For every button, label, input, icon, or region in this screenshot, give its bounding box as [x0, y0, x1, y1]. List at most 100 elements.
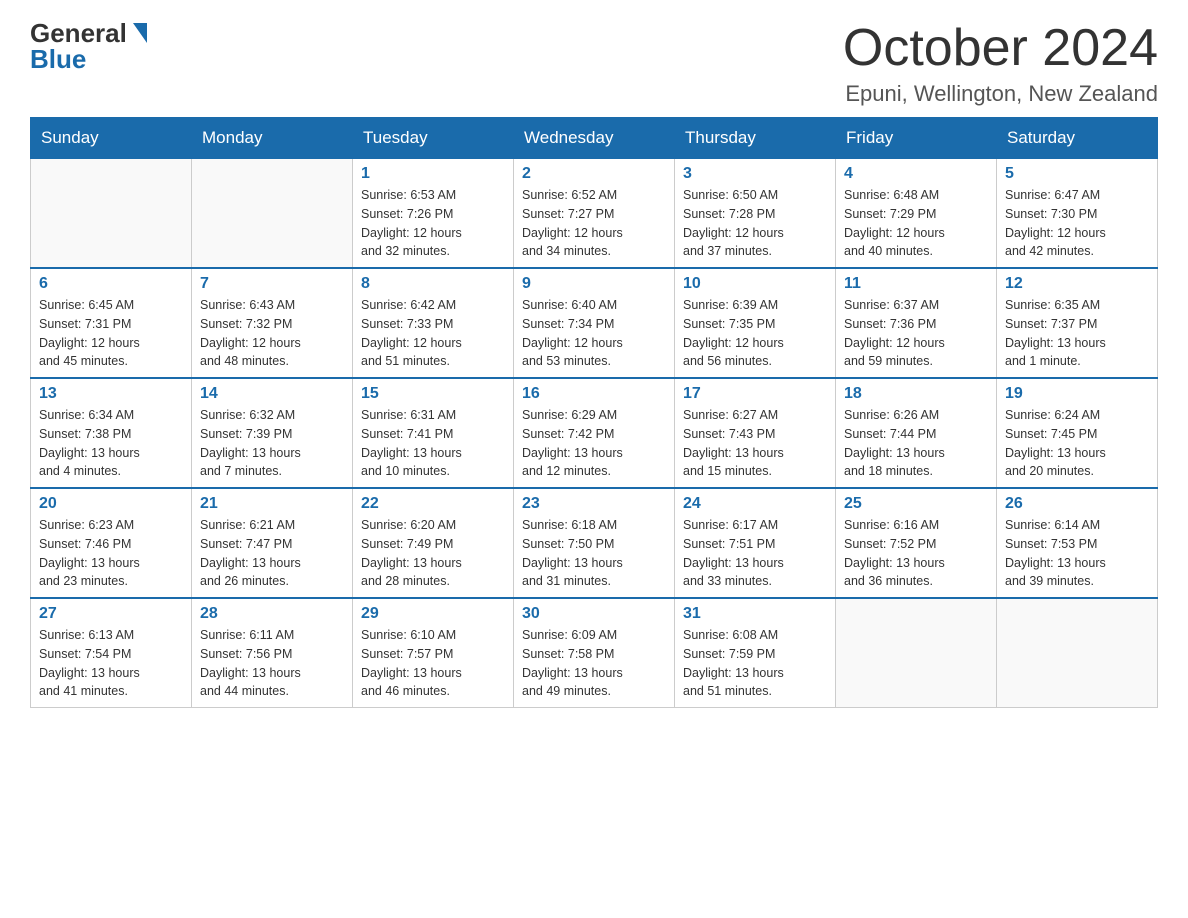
calendar-cell: 25Sunrise: 6:16 AM Sunset: 7:52 PM Dayli…: [836, 488, 997, 598]
day-info: Sunrise: 6:53 AM Sunset: 7:26 PM Dayligh…: [361, 186, 505, 261]
week-row-2: 6Sunrise: 6:45 AM Sunset: 7:31 PM Daylig…: [31, 268, 1158, 378]
calendar-cell: 16 Sunrise: 6:29 AM Sunset: 7:42 PM Dayli…: [514, 378, 675, 488]
weekday-header-thursday: Thursday: [675, 118, 836, 159]
weekday-header-monday: Monday: [192, 118, 353, 159]
logo-general-text: General: [30, 20, 127, 46]
day-info: Sunrise: 6:16 AM Sunset: 7:52 PM Dayligh…: [844, 516, 988, 591]
calendar-cell: 14 Sunrise: 6:32 AM Sunset: 7:39 PM Dayli…: [192, 378, 353, 488]
day-info: Sunrise: 6:09 AM Sunset: 7:58 PM Dayligh…: [522, 626, 666, 701]
day-number: 10: [683, 275, 827, 293]
title-section: October 2024 Epuni, Wellington, New Zeal…: [843, 20, 1158, 107]
location-text: Epuni, Wellington, New Zealand: [843, 81, 1158, 107]
day-number: 17: [683, 385, 827, 403]
day-info: Sunrise: 6:26 AM Sunset: 7:44 PM Dayligh…: [844, 406, 988, 481]
day-number: 28: [200, 605, 344, 623]
day-number: 27: [39, 605, 183, 623]
day-info: Sunrise: 6:48 AM Sunset: 7:29 PM Dayligh…: [844, 186, 988, 261]
day-info: Sunrise: 6:21 AM Sunset: 7:47 PM Dayligh…: [200, 516, 344, 591]
day-number: 7: [200, 275, 344, 293]
weekday-header-friday: Friday: [836, 118, 997, 159]
day-info: Sunrise: 6:35 AM Sunset: 7:37 PM Dayligh…: [1005, 296, 1149, 371]
day-number: 6: [39, 275, 183, 293]
day-info: Sunrise: 6:08 AM Sunset: 7:59 PM Dayligh…: [683, 626, 827, 701]
calendar-cell: 3 Sunrise: 6:50 AM Sunset: 7:28 PM Daylig…: [675, 159, 836, 269]
day-number: 26: [1005, 495, 1149, 513]
day-info: Sunrise: 6:23 AM Sunset: 7:46 PM Dayligh…: [39, 516, 183, 591]
day-number: 15: [361, 385, 505, 403]
day-info: Sunrise: 6:27 AM Sunset: 7:43 PM Dayligh…: [683, 406, 827, 481]
calendar-cell: [836, 598, 997, 708]
calendar-cell: 27Sunrise: 6:13 AM Sunset: 7:54 PM Dayli…: [31, 598, 192, 708]
day-number: 12: [1005, 275, 1149, 293]
day-info: Sunrise: 6:24 AM Sunset: 7:45 PM Dayligh…: [1005, 406, 1149, 481]
calendar-cell: 19 Sunrise: 6:24 AM Sunset: 7:45 PM Dayli…: [997, 378, 1158, 488]
day-info: Sunrise: 6:37 AM Sunset: 7:36 PM Dayligh…: [844, 296, 988, 371]
day-number: 19: [1005, 385, 1149, 403]
day-number: 1: [361, 165, 505, 183]
day-info: Sunrise: 6:50 AM Sunset: 7:28 PM Dayligh…: [683, 186, 827, 261]
calendar-header-row: SundayMondayTuesdayWednesdayThursdayFrid…: [31, 118, 1158, 159]
calendar-cell: 15Sunrise: 6:31 AM Sunset: 7:41 PM Dayli…: [353, 378, 514, 488]
day-number: 4: [844, 165, 988, 183]
calendar-table: SundayMondayTuesdayWednesdayThursdayFrid…: [30, 117, 1158, 708]
calendar-cell: 24Sunrise: 6:17 AM Sunset: 7:51 PM Dayli…: [675, 488, 836, 598]
day-info: Sunrise: 6:40 AM Sunset: 7:34 PM Dayligh…: [522, 296, 666, 371]
day-number: 11: [844, 275, 988, 293]
day-number: 30: [522, 605, 666, 623]
calendar-cell: 8 Sunrise: 6:42 AM Sunset: 7:33 PM Daylig…: [353, 268, 514, 378]
calendar-cell: 1 Sunrise: 6:53 AM Sunset: 7:26 PM Daylig…: [353, 159, 514, 269]
calendar-cell: [997, 598, 1158, 708]
calendar-cell: 4 Sunrise: 6:48 AM Sunset: 7:29 PM Daylig…: [836, 159, 997, 269]
calendar-cell: 30 Sunrise: 6:09 AM Sunset: 7:58 PM Dayli…: [514, 598, 675, 708]
day-number: 14: [200, 385, 344, 403]
day-info: Sunrise: 6:11 AM Sunset: 7:56 PM Dayligh…: [200, 626, 344, 701]
day-number: 22: [361, 495, 505, 513]
weekday-header-tuesday: Tuesday: [353, 118, 514, 159]
calendar-cell: [192, 159, 353, 269]
day-info: Sunrise: 6:18 AM Sunset: 7:50 PM Dayligh…: [522, 516, 666, 591]
day-number: 20: [39, 495, 183, 513]
calendar-cell: 17 Sunrise: 6:27 AM Sunset: 7:43 PM Dayli…: [675, 378, 836, 488]
calendar-cell: 18 Sunrise: 6:26 AM Sunset: 7:44 PM Dayli…: [836, 378, 997, 488]
calendar-cell: 23 Sunrise: 6:18 AM Sunset: 7:50 PM Dayli…: [514, 488, 675, 598]
day-number: 29: [361, 605, 505, 623]
calendar-cell: 21 Sunrise: 6:21 AM Sunset: 7:47 PM Dayli…: [192, 488, 353, 598]
calendar-cell: 2Sunrise: 6:52 AM Sunset: 7:27 PM Daylig…: [514, 159, 675, 269]
calendar-cell: 20 Sunrise: 6:23 AM Sunset: 7:46 PM Dayli…: [31, 488, 192, 598]
week-row-3: 13Sunrise: 6:34 AM Sunset: 7:38 PM Dayli…: [31, 378, 1158, 488]
month-title: October 2024: [843, 20, 1158, 77]
day-number: 9: [522, 275, 666, 293]
day-number: 5: [1005, 165, 1149, 183]
calendar-cell: 10 Sunrise: 6:39 AM Sunset: 7:35 PM Dayli…: [675, 268, 836, 378]
calendar-cell: 28 Sunrise: 6:11 AM Sunset: 7:56 PM Dayli…: [192, 598, 353, 708]
calendar-cell: 13Sunrise: 6:34 AM Sunset: 7:38 PM Dayli…: [31, 378, 192, 488]
weekday-header-saturday: Saturday: [997, 118, 1158, 159]
calendar-cell: 5 Sunrise: 6:47 AM Sunset: 7:30 PM Daylig…: [997, 159, 1158, 269]
logo-blue-text: Blue: [30, 46, 86, 72]
calendar-cell: 12 Sunrise: 6:35 AM Sunset: 7:37 PM Dayli…: [997, 268, 1158, 378]
weekday-header-wednesday: Wednesday: [514, 118, 675, 159]
day-number: 18: [844, 385, 988, 403]
calendar-cell: 26Sunrise: 6:14 AM Sunset: 7:53 PM Dayli…: [997, 488, 1158, 598]
calendar-cell: 29 Sunrise: 6:10 AM Sunset: 7:57 PM Dayli…: [353, 598, 514, 708]
day-info: Sunrise: 6:42 AM Sunset: 7:33 PM Dayligh…: [361, 296, 505, 371]
day-number: 23: [522, 495, 666, 513]
logo: General Blue: [30, 20, 147, 72]
day-number: 3: [683, 165, 827, 183]
day-number: 21: [200, 495, 344, 513]
day-number: 2: [522, 165, 666, 183]
calendar-cell: [31, 159, 192, 269]
day-info: Sunrise: 6:20 AM Sunset: 7:49 PM Dayligh…: [361, 516, 505, 591]
day-number: 16: [522, 385, 666, 403]
weekday-header-sunday: Sunday: [31, 118, 192, 159]
day-info: Sunrise: 6:32 AM Sunset: 7:39 PM Dayligh…: [200, 406, 344, 481]
logo-triangle-icon: [133, 23, 147, 43]
calendar-cell: 22 Sunrise: 6:20 AM Sunset: 7:49 PM Dayli…: [353, 488, 514, 598]
day-info: Sunrise: 6:29 AM Sunset: 7:42 PM Dayligh…: [522, 406, 666, 481]
day-info: Sunrise: 6:47 AM Sunset: 7:30 PM Dayligh…: [1005, 186, 1149, 261]
day-number: 8: [361, 275, 505, 293]
week-row-4: 20 Sunrise: 6:23 AM Sunset: 7:46 PM Dayli…: [31, 488, 1158, 598]
calendar-cell: 6Sunrise: 6:45 AM Sunset: 7:31 PM Daylig…: [31, 268, 192, 378]
day-info: Sunrise: 6:10 AM Sunset: 7:57 PM Dayligh…: [361, 626, 505, 701]
day-info: Sunrise: 6:39 AM Sunset: 7:35 PM Dayligh…: [683, 296, 827, 371]
